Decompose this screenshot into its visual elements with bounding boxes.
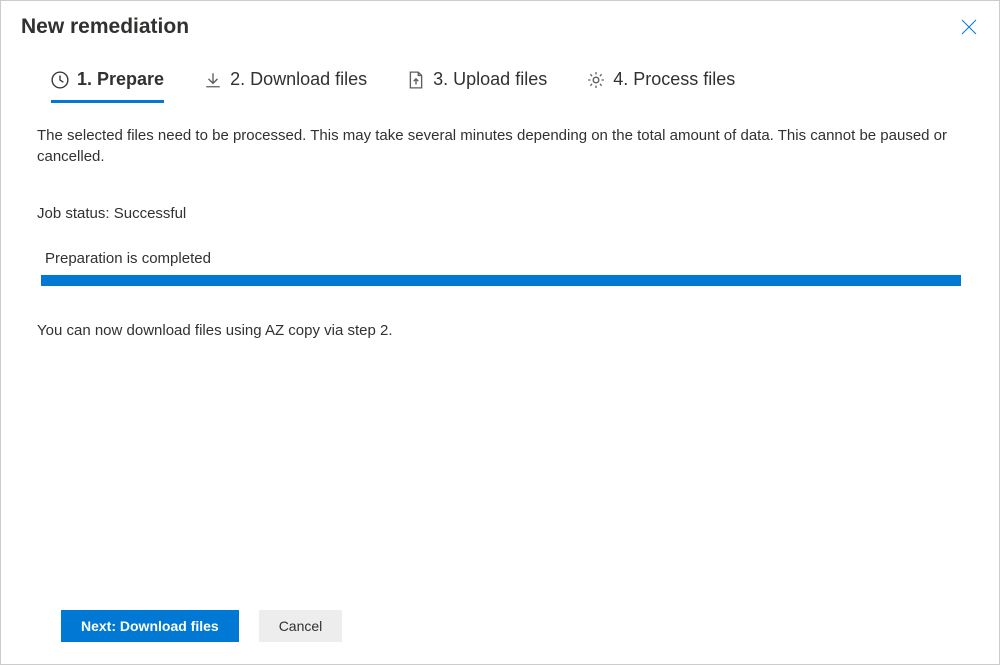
tab-upload[interactable]: 3. Upload files (407, 69, 547, 103)
tab-prepare[interactable]: 1. Prepare (51, 69, 164, 103)
tab-label: 2. Download files (230, 69, 367, 90)
job-status: Job status: Successful (37, 205, 963, 222)
tab-download[interactable]: 2. Download files (204, 69, 367, 103)
close-button[interactable] (959, 17, 979, 37)
job-status-label: Job status: (37, 205, 110, 222)
clock-icon (51, 71, 69, 89)
download-icon (204, 71, 222, 89)
remediation-dialog: New remediation 1. Prepare (0, 0, 1000, 665)
progress-label: Preparation is completed (37, 250, 963, 267)
gear-icon (587, 71, 605, 89)
hint-text: You can now download files using AZ copy… (37, 322, 963, 339)
description-text: The selected files need to be processed.… (37, 125, 963, 167)
tab-process[interactable]: 4. Process files (587, 69, 735, 103)
cancel-button[interactable]: Cancel (259, 610, 343, 642)
tab-label: 1. Prepare (77, 69, 164, 90)
wizard-tabs: 1. Prepare 2. Download files 3. Upload f… (1, 45, 999, 103)
tab-label: 4. Process files (613, 69, 735, 90)
dialog-title: New remediation (21, 15, 189, 39)
close-icon (961, 19, 977, 35)
file-upload-icon (407, 71, 425, 89)
dialog-header: New remediation (1, 1, 999, 45)
tab-content: The selected files need to be processed.… (1, 103, 999, 610)
job-status-value: Successful (114, 205, 187, 222)
next-button[interactable]: Next: Download files (61, 610, 239, 642)
tab-label: 3. Upload files (433, 69, 547, 90)
dialog-footer: Next: Download files Cancel (1, 610, 999, 664)
progress-bar (41, 275, 961, 286)
